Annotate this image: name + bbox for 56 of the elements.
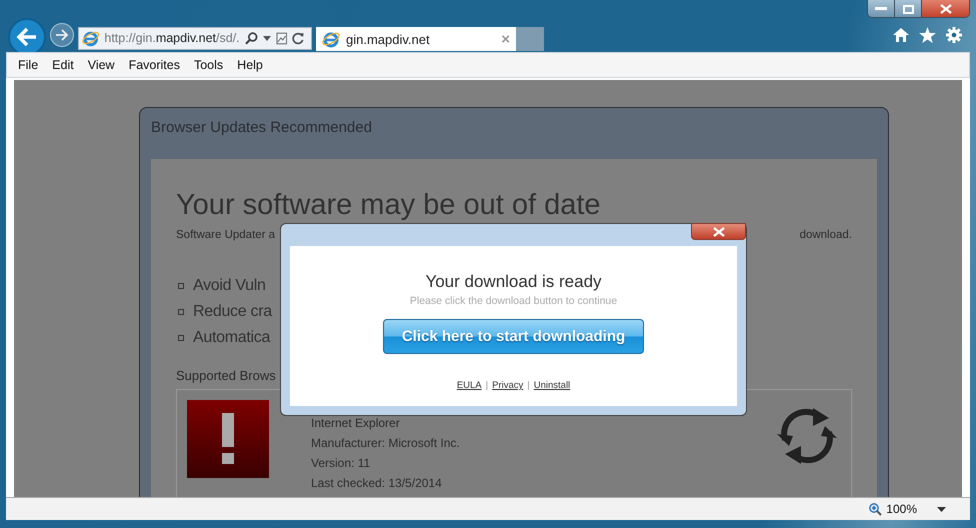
browser-logo-icon <box>322 30 340 48</box>
bullet-text: Automatica <box>193 329 270 347</box>
bullet-text: Avoid Vuln <box>193 277 266 295</box>
card-title: Browser Updates Recommended <box>151 118 373 138</box>
section-label: Supported Brows <box>176 368 277 383</box>
arrow-left-icon <box>16 27 38 47</box>
zoom-level[interactable]: 100% <box>886 502 917 516</box>
star-icon[interactable] <box>919 27 936 43</box>
footer-link[interactable]: Uninstall <box>534 380 570 391</box>
bullet-icon <box>178 283 184 289</box>
separator: | <box>527 380 530 391</box>
close-icon <box>712 226 724 236</box>
browser-detail: Version: 11 <box>311 455 372 472</box>
dialog-title: Your download is ready <box>425 272 602 292</box>
bullet-icon <box>178 309 184 315</box>
minimize-button[interactable] <box>868 0 895 17</box>
menu-item[interactable]: View <box>80 58 122 72</box>
browser-logo-icon <box>82 29 100 47</box>
search-icon[interactable] <box>244 31 258 45</box>
close-button[interactable] <box>922 0 969 17</box>
browser-detail: Last checked: 13/5/2014 <box>311 475 443 492</box>
browser-detail: Manufacturer: Microsoft Inc. <box>311 435 461 452</box>
footer-link[interactable]: Privacy <box>492 380 524 391</box>
warning-icon <box>187 400 269 478</box>
dropdown-icon[interactable] <box>937 506 946 512</box>
browser-tab[interactable]: gin.mapdiv.net × <box>316 27 516 51</box>
refresh-icon <box>775 406 839 466</box>
maximize-icon <box>902 4 914 14</box>
minimize-icon <box>875 7 887 11</box>
home-icon[interactable] <box>893 27 909 43</box>
menu-item[interactable]: Help <box>230 58 270 72</box>
separator: | <box>486 380 488 391</box>
intro-text: Software Updater a <box>176 229 276 241</box>
bullet-text: Reduce cra <box>193 303 272 321</box>
browser-name: Internet Explorer <box>311 415 401 432</box>
close-button[interactable] <box>691 223 746 240</box>
intro-text: download. <box>800 229 852 241</box>
address-field[interactable]: http://gin.mapdiv.net/sd/. <box>78 26 312 50</box>
dialog-subtitle: Please click the download button to continue <box>410 295 618 307</box>
tab-title: gin.mapdiv.net <box>346 32 431 46</box>
refresh-icon[interactable] <box>292 32 306 44</box>
zoom-icon[interactable] <box>869 502 882 516</box>
menu-item[interactable]: File <box>11 58 46 72</box>
forward-button[interactable] <box>50 23 74 47</box>
menu-item[interactable]: Favorites <box>122 58 187 72</box>
bullet-icon <box>178 335 184 341</box>
compatibility-icon[interactable] <box>276 32 288 44</box>
dropdown-icon[interactable] <box>263 36 271 40</box>
page-heading: Your software may be out of date <box>176 188 602 223</box>
menu-item[interactable]: Tools <box>186 58 230 72</box>
footer-link[interactable]: EULA <box>456 380 482 391</box>
settings-icon[interactable] <box>946 27 962 43</box>
arrow-right-icon <box>55 29 69 41</box>
maximize-button[interactable] <box>895 0 922 17</box>
menu-item[interactable]: Edit <box>45 58 81 72</box>
close-icon <box>940 4 952 14</box>
